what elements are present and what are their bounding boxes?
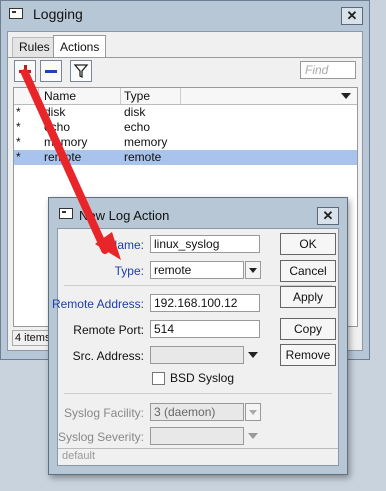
window-icon: [9, 8, 23, 19]
name-field[interactable]: linux_syslog: [150, 235, 260, 253]
remove-button[interactable]: Remove: [280, 344, 336, 366]
new-log-action-dialog: New Log Action ✕ Name: linux_syslog Type…: [48, 197, 348, 475]
table-row-selected[interactable]: * remote remote: [14, 150, 357, 165]
row-name: memory: [44, 135, 88, 149]
table-header: Name Type: [14, 88, 357, 105]
row-name: remote: [44, 150, 82, 164]
window-title: Logging: [33, 6, 83, 22]
filter-icon-graphic: [73, 64, 89, 79]
row-flag: *: [16, 150, 21, 164]
syslog-facility-label: Syslog Facility:: [63, 406, 144, 420]
table-row[interactable]: * echo echo: [14, 120, 357, 135]
src-address-dropdown-icon[interactable]: [248, 352, 258, 358]
tab-actions[interactable]: Actions: [53, 35, 107, 58]
tab-divider: [8, 57, 362, 58]
syslog-severity-label: Syslog Severity:: [57, 430, 144, 444]
type-select[interactable]: remote: [150, 261, 244, 279]
row-type: echo: [124, 120, 151, 134]
syslog-facility-select[interactable]: 3 (daemon): [150, 403, 244, 421]
tab-rules[interactable]: Rules: [12, 37, 57, 57]
src-address-label: Src. Address:: [72, 349, 144, 363]
dialog-client-area: Name: linux_syslog Type: remote Remote A…: [52, 228, 339, 466]
dialog-close-button[interactable]: ✕: [317, 207, 339, 225]
apply-button[interactable]: Apply: [280, 286, 336, 308]
add-icon[interactable]: [14, 60, 36, 82]
bsd-syslog-label: BSD Syslog: [170, 371, 235, 385]
bsd-syslog-checkbox[interactable]: [152, 372, 165, 385]
close-button[interactable]: ✕: [341, 7, 363, 25]
syslog-facility-dropdown-icon[interactable]: [245, 403, 261, 421]
title-bar[interactable]: Logging ✕: [1, 1, 369, 27]
syslog-severity-dropdown-icon[interactable]: [248, 433, 258, 439]
table-row[interactable]: * disk disk: [14, 105, 357, 120]
row-flag: *: [16, 120, 21, 134]
column-header-name[interactable]: Name: [44, 89, 76, 103]
dialog-title: New Log Action: [79, 208, 170, 223]
window-icon: [59, 208, 73, 219]
table-row[interactable]: * memory memory: [14, 135, 357, 150]
column-header-type[interactable]: Type: [124, 89, 150, 103]
divider: [64, 393, 332, 394]
remote-port-label: Remote Port:: [73, 323, 144, 337]
ok-button[interactable]: OK: [280, 233, 336, 255]
filter-icon[interactable]: [70, 60, 92, 82]
row-name: disk: [44, 105, 66, 119]
column-separator: [180, 88, 181, 104]
copy-button[interactable]: Copy: [280, 318, 336, 340]
columns-menu-icon[interactable]: [341, 93, 351, 99]
row-type: remote: [124, 150, 162, 164]
remote-port-field[interactable]: 514: [150, 320, 260, 338]
row-type: disk: [124, 105, 146, 119]
row-type: memory: [124, 135, 168, 149]
dialog-status-bar: default: [58, 448, 338, 465]
row-flag: *: [16, 105, 21, 119]
column-separator: [120, 88, 121, 104]
src-address-field[interactable]: [150, 346, 244, 364]
remove-icon[interactable]: [40, 60, 62, 82]
row-name: echo: [44, 120, 71, 134]
name-label: Name:: [108, 238, 144, 252]
column-separator: [38, 88, 39, 104]
remote-address-label: Remote Address:: [51, 297, 144, 311]
type-label: Type:: [114, 264, 144, 278]
cancel-button[interactable]: Cancel: [280, 260, 336, 282]
syslog-severity-select[interactable]: [150, 427, 244, 445]
row-flag: *: [16, 135, 21, 149]
type-dropdown-icon[interactable]: [245, 261, 261, 279]
item-count-status: 4 items: [12, 330, 52, 346]
find-input[interactable]: Find: [300, 61, 356, 79]
remote-address-field[interactable]: 192.168.100.12: [150, 294, 260, 312]
